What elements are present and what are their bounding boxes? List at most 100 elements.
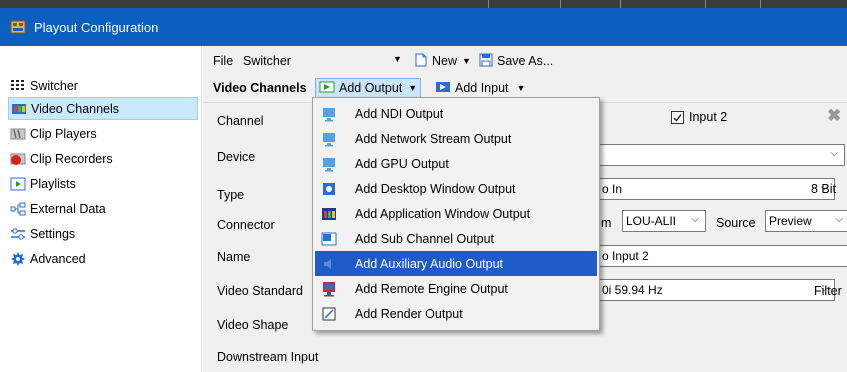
add-input-label: Add Input [455, 81, 509, 95]
sidebar-item-label: Playlists [30, 176, 76, 191]
save-as-label: Save As... [497, 54, 554, 68]
connector-select[interactable]: LOU-ALII ⌵ [622, 210, 706, 232]
add-input-icon [435, 80, 451, 97]
title-bar[interactable]: Playout Configuration [0, 8, 847, 46]
render-output-icon [321, 306, 337, 322]
device-select[interactable]: ⌵ [599, 144, 845, 166]
menu-item-label: Add Network Stream Output [355, 131, 512, 146]
clip-players-icon [10, 127, 26, 141]
sidebar-item-video-channels[interactable]: Video Channels [8, 97, 198, 120]
connector-value: LOU-ALII [626, 214, 677, 228]
network-stream-icon [321, 131, 337, 147]
chevron-down-icon: ⌵ [830, 148, 838, 159]
menu-item-add-network-stream-output[interactable]: Add Network Stream Output [315, 126, 597, 151]
filter-label: Filter [814, 284, 842, 298]
chevron-down-icon: ⌵ [835, 214, 843, 225]
chevron-down-icon: ▼ [393, 54, 402, 64]
sidebar-item-label: Video Channels [31, 101, 120, 116]
source-label: Source [716, 216, 756, 230]
menu-item-add-ndi-output[interactable]: Add NDI Output [315, 101, 597, 126]
video-standard-value: 0i 59.94 Hz [602, 283, 663, 297]
sidebar-item-clip-players[interactable]: Clip Players [8, 122, 198, 145]
sidebar-item-label: Clip Players [30, 126, 97, 141]
sidebar-item-label: External Data [30, 201, 106, 216]
label-device: Device [217, 150, 256, 164]
input2-checkbox[interactable]: Input 2 [671, 110, 727, 124]
add-output-icon [319, 80, 335, 97]
switcher-grid-icon [10, 79, 26, 93]
auxiliary-audio-icon [321, 256, 337, 272]
video-channels-icon [11, 102, 27, 116]
close-icon[interactable]: ✖ [827, 106, 841, 126]
gpu-output-icon [321, 156, 337, 172]
sidebar-item-label: Switcher [30, 78, 78, 93]
sidebar-item-external-data[interactable]: External Data [8, 197, 198, 220]
type-select[interactable]: o In ⌵ [599, 178, 835, 200]
menu-item-label: Add Desktop Window Output [355, 181, 516, 196]
app-icon [10, 19, 26, 35]
background-strip [0, 0, 847, 8]
source-value: Preview [769, 214, 812, 228]
section-title: Video Channels [213, 81, 307, 95]
menu-item-label: Add Auxiliary Audio Output [355, 256, 504, 271]
menu-item-add-remote-engine-output[interactable]: Add Remote Engine Output [315, 276, 597, 301]
label-name: Name [217, 250, 251, 264]
menu-item-add-application-window-output[interactable]: Add Application Window Output [315, 201, 597, 226]
advanced-icon [10, 251, 26, 266]
label-video-shape: Video Shape [217, 318, 289, 332]
application-window-icon [321, 206, 337, 222]
menu-item-add-desktop-window-output[interactable]: Add Desktop Window Output [315, 176, 597, 201]
file-select-value: Switcher [243, 54, 291, 68]
menu-item-label: Add NDI Output [355, 106, 444, 121]
remote-engine-icon [321, 281, 337, 297]
window-title: Playout Configuration [34, 19, 159, 35]
source-select[interactable]: Preview ⌵ [765, 210, 847, 232]
new-file-icon [415, 53, 427, 70]
chevron-down-icon: ▼ [462, 56, 471, 66]
add-output-menu: Add NDI Output Add Network Stream Output… [312, 97, 600, 331]
label-type: Type [217, 188, 245, 202]
menu-item-label: Add Sub Channel Output [355, 231, 494, 246]
menu-item-label: Add Render Output [355, 306, 463, 321]
save-as-button[interactable]: Save As... [479, 51, 553, 71]
ndi-output-icon [321, 106, 337, 122]
settings-icon [10, 227, 26, 241]
name-input[interactable]: o Input 2 [599, 245, 847, 267]
sidebar-item-clip-recorders[interactable]: Clip Recorders [8, 147, 198, 170]
connector-prefix: m [601, 216, 612, 230]
menu-item-add-sub-channel-output[interactable]: Add Sub Channel Output [315, 226, 597, 251]
sidebar-item-playlists[interactable]: Playlists [8, 172, 198, 195]
external-data-icon [10, 202, 26, 216]
add-input-button[interactable]: Add Input ▼ [435, 78, 525, 98]
new-button[interactable]: New ▼ [415, 51, 471, 71]
playlists-icon [10, 177, 26, 191]
checkbox-box [671, 110, 684, 124]
chevron-down-icon: ▼ [516, 83, 526, 93]
menu-item-label: Add Remote Engine Output [355, 281, 508, 296]
type-value: o In [602, 182, 623, 196]
label-channel: Channel [217, 114, 264, 128]
save-icon [479, 53, 493, 70]
label-downstream-input: Downstream Input [217, 350, 319, 364]
label-video-standard: Video Standard [217, 284, 303, 298]
menu-item-add-gpu-output[interactable]: Add GPU Output [315, 151, 597, 176]
bit-depth-label: 8 Bit [811, 182, 837, 196]
sidebar-item-label: Clip Recorders [30, 151, 113, 166]
add-output-button[interactable]: Add Output ▼ [315, 78, 422, 98]
sidebar-item-label: Settings [30, 226, 76, 241]
file-label: File [213, 54, 234, 68]
file-select[interactable]: Switcher ▼ [243, 54, 402, 68]
menu-item-add-render-output[interactable]: Add Render Output [315, 301, 597, 326]
sidebar-item-settings[interactable]: Settings [8, 222, 198, 245]
add-output-label: Add Output [339, 81, 403, 95]
sidebar-item-switcher[interactable]: Switcher [8, 74, 198, 97]
label-connector: Connector [217, 218, 275, 232]
sidebar-item-advanced[interactable]: Advanced [8, 247, 198, 270]
chevron-down-icon: ▼ [408, 83, 418, 93]
video-standard-select[interactable]: 0i 59.94 Hz ⌵ [599, 279, 835, 301]
input2-label: Input 2 [689, 110, 728, 124]
name-value: o Input 2 [602, 249, 649, 263]
menu-item-add-auxiliary-audio-output[interactable]: Add Auxiliary Audio Output [315, 251, 597, 276]
clip-recorders-icon [10, 152, 26, 166]
menu-item-label: Add Application Window Output [355, 206, 531, 221]
